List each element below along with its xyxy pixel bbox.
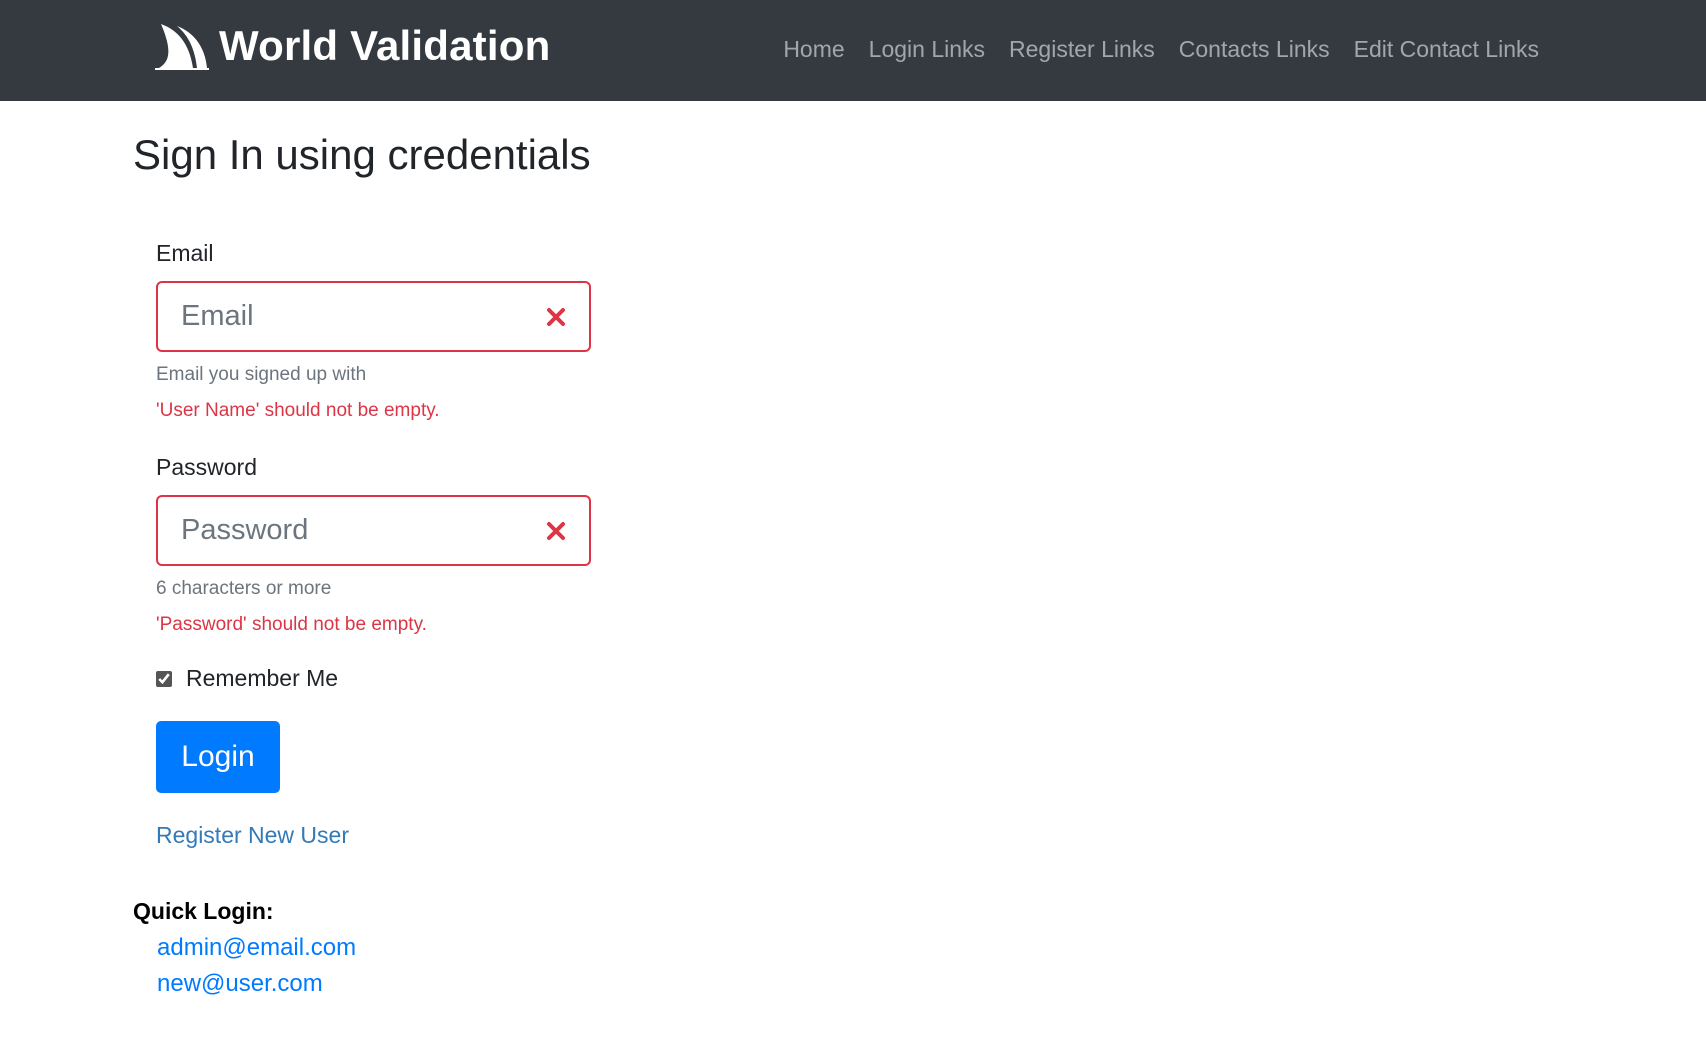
- nav-link-home[interactable]: Home: [783, 36, 844, 63]
- email-error-text: 'User Name' should not be empty.: [156, 400, 440, 421]
- brand-name: World Validation: [219, 22, 551, 69]
- email-help-text: Email you signed up with: [156, 364, 367, 385]
- password-error-text: 'Password' should not be empty.: [156, 614, 427, 635]
- nav-link-contacts-links[interactable]: Contacts Links: [1179, 36, 1330, 63]
- register-new-user-link[interactable]: Register New User: [156, 822, 349, 849]
- page-title: Sign In using credentials: [133, 131, 591, 178]
- nav-link-edit-contact-links[interactable]: Edit Contact Links: [1354, 36, 1539, 63]
- x-mark-icon: [547, 308, 565, 326]
- remember-me-label[interactable]: Remember Me: [186, 665, 338, 692]
- email-field-wrapper: [156, 281, 591, 352]
- quick-login-new-user-link[interactable]: new@user.com: [157, 970, 323, 998]
- password-help-text: 6 characters or more: [156, 578, 332, 599]
- password-input[interactable]: [158, 497, 589, 564]
- email-label: Email: [156, 240, 214, 266]
- quick-login-title: Quick Login:: [133, 898, 274, 924]
- quick-login-admin-link[interactable]: admin@email.com: [157, 934, 356, 962]
- sail-logo-icon: [155, 24, 209, 70]
- navbar: World Validation Home Login Links Regist…: [0, 0, 1706, 101]
- login-button[interactable]: Login: [156, 721, 280, 793]
- nav-link-register-links[interactable]: Register Links: [1009, 36, 1155, 63]
- password-field-wrapper: [156, 495, 591, 566]
- remember-me-checkbox[interactable]: [156, 670, 172, 687]
- brand-link[interactable]: World Validation: [155, 22, 550, 70]
- remember-me-row: Remember Me: [156, 665, 338, 692]
- nav-links: Home Login Links Register Links Contacts…: [759, 36, 1539, 63]
- nav-link-login-links[interactable]: Login Links: [869, 36, 985, 63]
- email-input[interactable]: [158, 283, 589, 350]
- password-label: Password: [156, 454, 257, 480]
- x-mark-icon: [547, 522, 565, 540]
